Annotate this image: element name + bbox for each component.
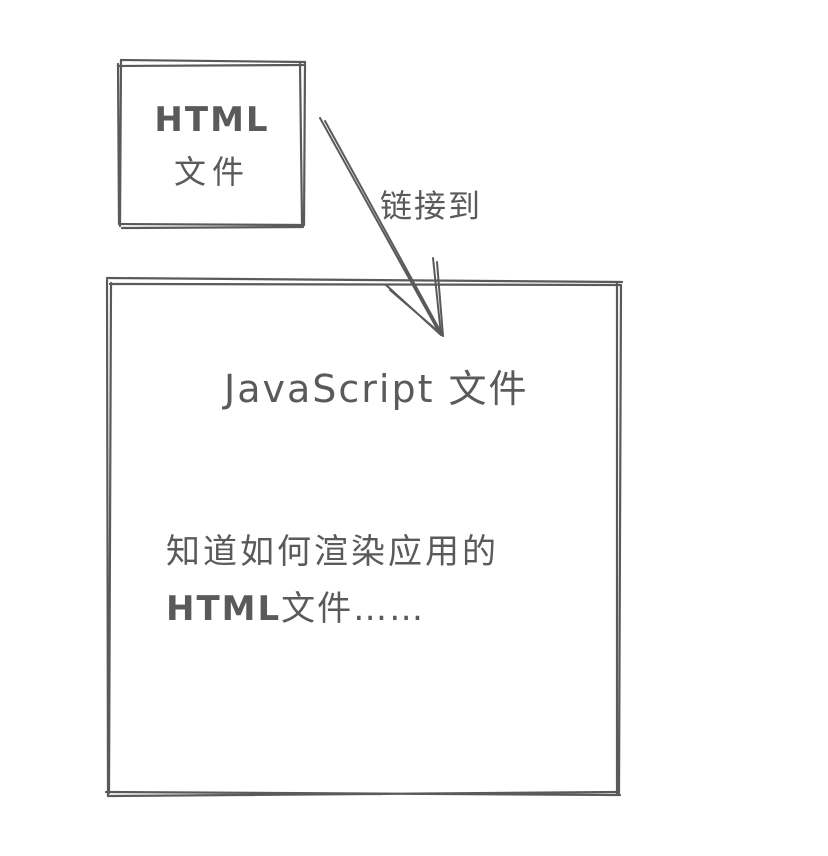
html-file-title: HTML [154,100,270,140]
js-file-title: JavaScript 文件 [224,367,529,411]
js-file-description-line2: HTML文件…… [166,592,425,626]
js-file-description-rest: 文件…… [281,589,426,629]
arrow-label: 链接到 [380,187,483,225]
html-file-subtitle: 文件 [173,153,250,191]
html-file-box [116,58,307,230]
diagram-canvas [104,58,624,798]
js-file-description-line1: 知道如何渲染应用的 [166,532,499,572]
js-file-description-html-word: HTML [166,589,282,629]
link-arrow [319,117,444,337]
